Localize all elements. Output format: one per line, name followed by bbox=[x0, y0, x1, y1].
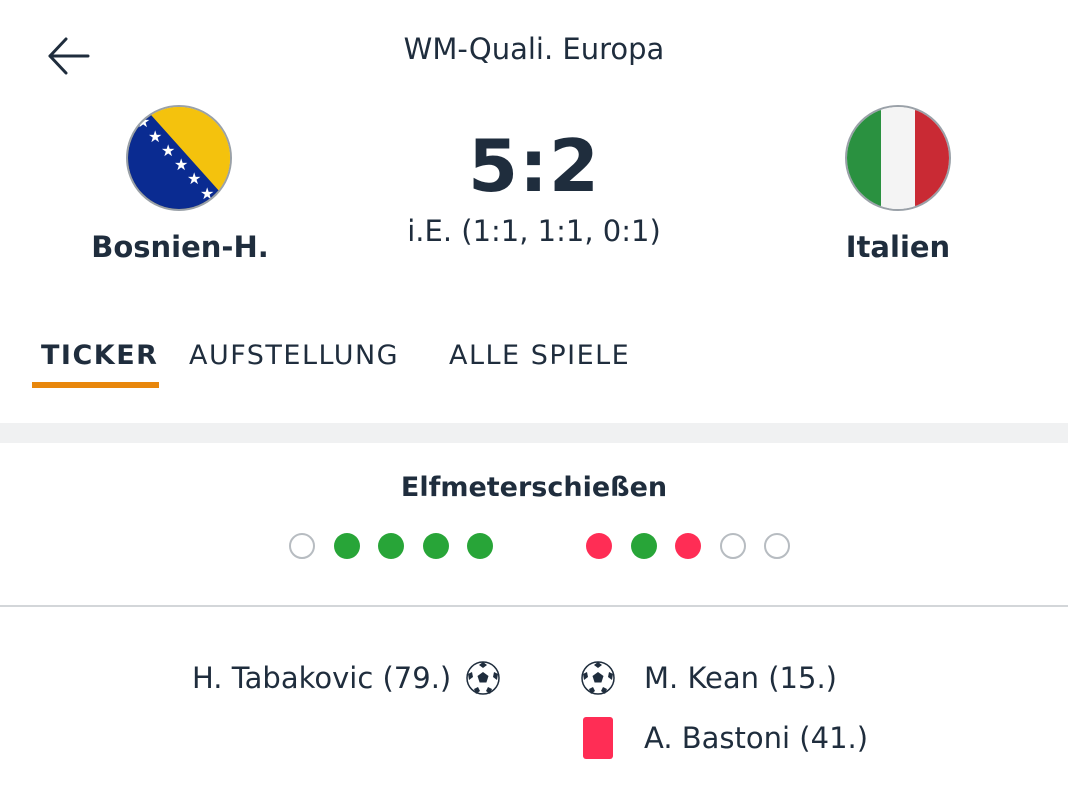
match-score: 5:2 bbox=[468, 124, 600, 208]
home-penalty-2-scored bbox=[333, 533, 360, 559]
away-team-name: Italien bbox=[845, 230, 951, 264]
home-penalty-4-scored bbox=[422, 533, 449, 559]
divider-line bbox=[0, 605, 1068, 607]
away-penalty-1-missed bbox=[586, 533, 612, 559]
soccer-ball-icon bbox=[580, 660, 616, 696]
red-card-icon bbox=[583, 717, 613, 759]
home-penalty-3-scored bbox=[378, 533, 404, 559]
tab-alle-spiele[interactable]: ALLE SPIELE bbox=[449, 340, 630, 371]
home-penalty-5-scored bbox=[467, 533, 493, 559]
page-title: WM-Quali. Europa bbox=[403, 32, 665, 66]
home-goal-event: H. Tabakovic (79.) bbox=[192, 661, 452, 695]
svg-text:★: ★ bbox=[200, 184, 214, 203]
away-goal-event: M. Kean (15.) bbox=[644, 661, 837, 695]
away-redcard-event: A. Bastoni (41.) bbox=[644, 721, 869, 755]
away-penalty-5-pending bbox=[764, 533, 790, 559]
score-detail: i.E. (1:1, 1:1, 0:1) bbox=[407, 214, 661, 248]
away-penalty-3-missed bbox=[675, 533, 701, 559]
away-penalty-2-scored bbox=[630, 533, 657, 559]
section-divider bbox=[0, 423, 1068, 443]
home-team-name: Bosnien-H. bbox=[91, 230, 269, 264]
bosnia-flag-icon: ★ ★ ★ ★ ★ ★ bbox=[126, 105, 232, 211]
home-penalty-1-pending bbox=[289, 533, 315, 559]
away-penalty-4-pending bbox=[719, 533, 746, 559]
shootout-title: Elfmeterschießen bbox=[400, 472, 668, 503]
active-tab-indicator bbox=[32, 382, 159, 388]
italy-flag-icon bbox=[845, 105, 951, 211]
soccer-ball-icon bbox=[465, 660, 501, 696]
tab-aufstellung[interactable]: AUFSTELLUNG bbox=[189, 340, 399, 371]
tab-ticker[interactable]: TICKER bbox=[41, 340, 158, 371]
